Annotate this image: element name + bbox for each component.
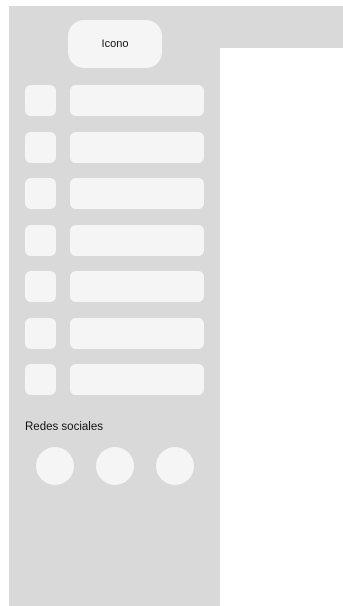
logo-button[interactable]: Icono	[68, 20, 162, 68]
nav-item-6[interactable]	[25, 317, 205, 349]
placeholder-icon	[25, 364, 56, 395]
nav-list	[25, 85, 205, 411]
sidebar: Icono Redes sociales	[9, 6, 220, 606]
placeholder-icon	[25, 271, 56, 302]
page: Icono Redes sociales	[0, 0, 343, 606]
placeholder-icon	[25, 131, 56, 163]
nav-item-label	[70, 317, 204, 349]
social-icon-2[interactable]	[96, 447, 134, 485]
nav-item-2[interactable]	[25, 131, 205, 163]
social-icon-3[interactable]	[156, 447, 194, 485]
nav-item-3[interactable]	[25, 178, 205, 209]
nav-item-5[interactable]	[25, 271, 205, 302]
nav-item-7[interactable]	[25, 364, 205, 395]
social-title: Redes sociales	[25, 421, 103, 433]
placeholder-icon	[25, 224, 56, 256]
placeholder-icon	[25, 317, 56, 349]
nav-item-label	[70, 85, 204, 116]
nav-item-1[interactable]	[25, 85, 205, 116]
nav-item-label	[70, 271, 204, 302]
nav-item-label	[70, 224, 204, 256]
logo-label: Icono	[101, 38, 129, 50]
nav-item-label	[70, 364, 204, 395]
nav-item-label	[70, 131, 204, 163]
social-icon-1[interactable]	[36, 447, 74, 485]
nav-item-label	[70, 178, 204, 209]
placeholder-icon	[25, 85, 56, 116]
placeholder-icon	[25, 178, 56, 209]
social-links	[36, 447, 194, 485]
nav-item-4[interactable]	[25, 224, 205, 256]
